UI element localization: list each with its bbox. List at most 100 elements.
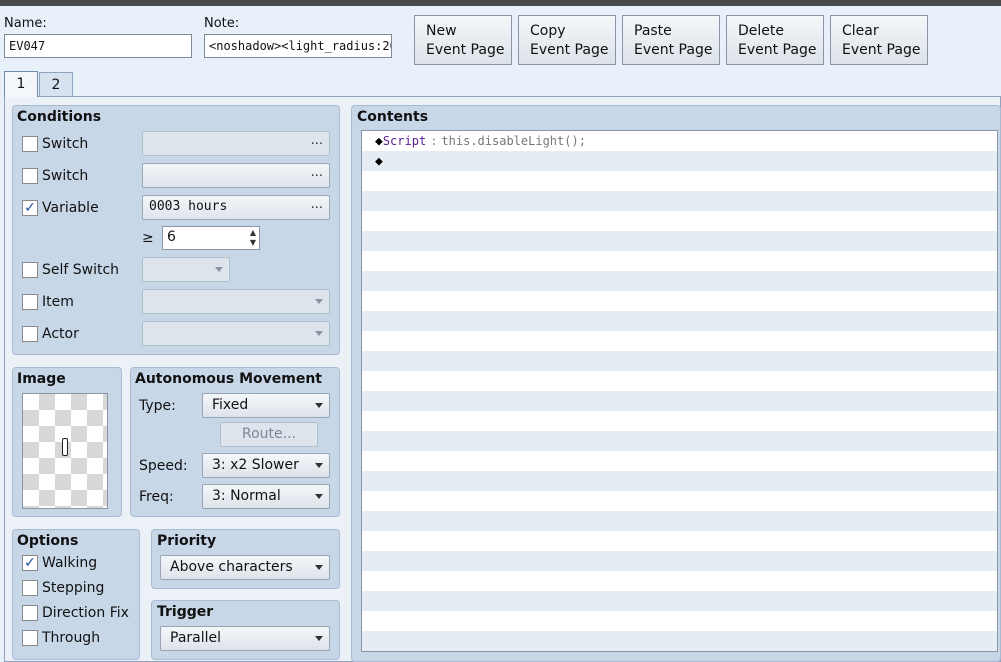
priority-select[interactable]: Above characters bbox=[160, 555, 330, 580]
command-separator: : bbox=[430, 134, 438, 148]
button-label: Event Page bbox=[842, 42, 921, 58]
button-label: Event Page bbox=[426, 42, 505, 58]
note-label: Note: bbox=[204, 16, 240, 31]
variable-amount-spinner[interactable]: 6 ▲ ▼ bbox=[162, 226, 260, 250]
empty-row[interactable] bbox=[362, 471, 997, 491]
empty-row[interactable] bbox=[362, 571, 997, 591]
trigger-title: Trigger bbox=[157, 604, 214, 620]
command-row[interactable]: ◆Script: this.disableLight(); bbox=[362, 131, 997, 151]
actor-select[interactable] bbox=[142, 321, 330, 346]
empty-row[interactable] bbox=[362, 331, 997, 351]
switch2-select[interactable]: ... bbox=[142, 163, 330, 188]
movement-type-value: Fixed bbox=[212, 397, 249, 413]
empty-row[interactable] bbox=[362, 491, 997, 511]
chevron-down-icon bbox=[315, 565, 323, 570]
switch1-select[interactable]: ... bbox=[142, 131, 330, 156]
direction-fix-label: Direction Fix bbox=[42, 605, 129, 621]
chevron-down-icon bbox=[215, 267, 223, 272]
button-label: New bbox=[426, 23, 457, 39]
self-switch-checkbox[interactable] bbox=[22, 262, 38, 278]
name-input[interactable]: EV047 bbox=[4, 34, 192, 58]
movement-speed-value: 3: x2 Slower bbox=[212, 457, 299, 473]
empty-row[interactable] bbox=[362, 291, 997, 311]
self-switch-select[interactable] bbox=[142, 257, 230, 282]
command-keyword: Script bbox=[382, 134, 427, 148]
through-label: Through bbox=[42, 630, 101, 646]
walking-label: Walking bbox=[42, 555, 98, 571]
item-select[interactable] bbox=[142, 289, 330, 314]
priority-value: Above characters bbox=[170, 559, 293, 575]
movement-freq-select[interactable]: 3: Normal bbox=[202, 484, 330, 509]
empty-row[interactable] bbox=[362, 631, 997, 651]
priority-title: Priority bbox=[157, 533, 217, 549]
route-button[interactable]: Route... bbox=[220, 422, 318, 447]
movement-speed-select[interactable]: 3: x2 Slower bbox=[202, 453, 330, 478]
empty-row[interactable] bbox=[362, 551, 997, 571]
empty-row[interactable] bbox=[362, 611, 997, 631]
button-label: Clear bbox=[842, 23, 879, 39]
empty-row[interactable] bbox=[362, 311, 997, 331]
variable-value: 0003 hours bbox=[149, 199, 228, 214]
empty-row[interactable] bbox=[362, 211, 997, 231]
item-checkbox[interactable] bbox=[22, 294, 38, 310]
note-input[interactable]: <noshadow><light_radius:20 bbox=[204, 34, 392, 58]
item-label: Item bbox=[42, 294, 74, 310]
actor-label: Actor bbox=[42, 326, 79, 342]
empty-row[interactable] bbox=[362, 171, 997, 191]
button-label: Delete bbox=[738, 23, 784, 39]
new-event-page-button[interactable]: New Event Page bbox=[414, 15, 512, 65]
empty-row[interactable] bbox=[362, 371, 997, 391]
contents-title: Contents bbox=[357, 109, 429, 125]
chevron-down-icon bbox=[315, 463, 323, 468]
empty-row[interactable] bbox=[362, 531, 997, 551]
empty-row[interactable] bbox=[362, 391, 997, 411]
empty-row[interactable] bbox=[362, 411, 997, 431]
event-image-preview[interactable] bbox=[22, 393, 108, 509]
actor-checkbox[interactable] bbox=[22, 326, 38, 342]
command-row[interactable]: ◆ bbox=[362, 151, 997, 171]
tab-page-1[interactable]: 1 bbox=[4, 71, 38, 97]
empty-row[interactable] bbox=[362, 271, 997, 291]
delete-event-page-button[interactable]: Delete Event Page bbox=[726, 15, 824, 65]
trigger-value: Parallel bbox=[170, 630, 222, 646]
command-text: ◆ bbox=[375, 154, 383, 169]
empty-row[interactable] bbox=[362, 651, 997, 652]
variable-label: Variable bbox=[42, 200, 99, 216]
empty-row[interactable] bbox=[362, 511, 997, 531]
switch1-label: Switch bbox=[42, 136, 89, 152]
button-label: Event Page bbox=[530, 42, 609, 58]
autonomous-movement-title: Autonomous Movement bbox=[135, 371, 322, 387]
type-label: Type: bbox=[139, 398, 176, 414]
command-marker-icon: ◆ bbox=[375, 134, 383, 149]
paste-event-page-button[interactable]: Paste Event Page bbox=[622, 15, 720, 65]
movement-type-select[interactable]: Fixed bbox=[202, 393, 330, 418]
through-checkbox[interactable] bbox=[22, 630, 38, 646]
empty-row[interactable] bbox=[362, 191, 997, 211]
empty-row[interactable] bbox=[362, 431, 997, 451]
empty-row[interactable] bbox=[362, 251, 997, 271]
chevron-down-icon bbox=[315, 331, 323, 336]
empty-row[interactable] bbox=[362, 231, 997, 251]
spinner-arrows-icon[interactable]: ▲ ▼ bbox=[250, 228, 256, 248]
options-title: Options bbox=[17, 533, 79, 549]
chevron-down-icon bbox=[315, 403, 323, 408]
walking-checkbox[interactable]: ✓ bbox=[22, 555, 38, 571]
empty-row[interactable] bbox=[362, 591, 997, 611]
clear-event-page-button[interactable]: Clear Event Page bbox=[830, 15, 928, 65]
switch1-checkbox[interactable] bbox=[22, 136, 38, 152]
movement-freq-value: 3: Normal bbox=[212, 488, 281, 504]
stepping-checkbox[interactable] bbox=[22, 580, 38, 596]
variable-operator: ≥ bbox=[142, 230, 154, 246]
empty-row[interactable] bbox=[362, 351, 997, 371]
empty-row[interactable] bbox=[362, 451, 997, 471]
command-text: ◆Script: this.disableLight(); bbox=[375, 134, 586, 149]
direction-fix-checkbox[interactable] bbox=[22, 605, 38, 621]
character-sprite-icon bbox=[62, 438, 68, 456]
variable-checkbox[interactable]: ✓ bbox=[22, 200, 38, 216]
switch2-checkbox[interactable] bbox=[22, 168, 38, 184]
trigger-select[interactable]: Parallel bbox=[160, 626, 330, 651]
tab-page-2[interactable]: 2 bbox=[39, 72, 73, 96]
copy-event-page-button[interactable]: Copy Event Page bbox=[518, 15, 616, 65]
contents-command-list[interactable]: ◆Script: this.disableLight(); ◆ bbox=[361, 130, 998, 652]
variable-select[interactable]: 0003 hours ... bbox=[142, 195, 330, 220]
